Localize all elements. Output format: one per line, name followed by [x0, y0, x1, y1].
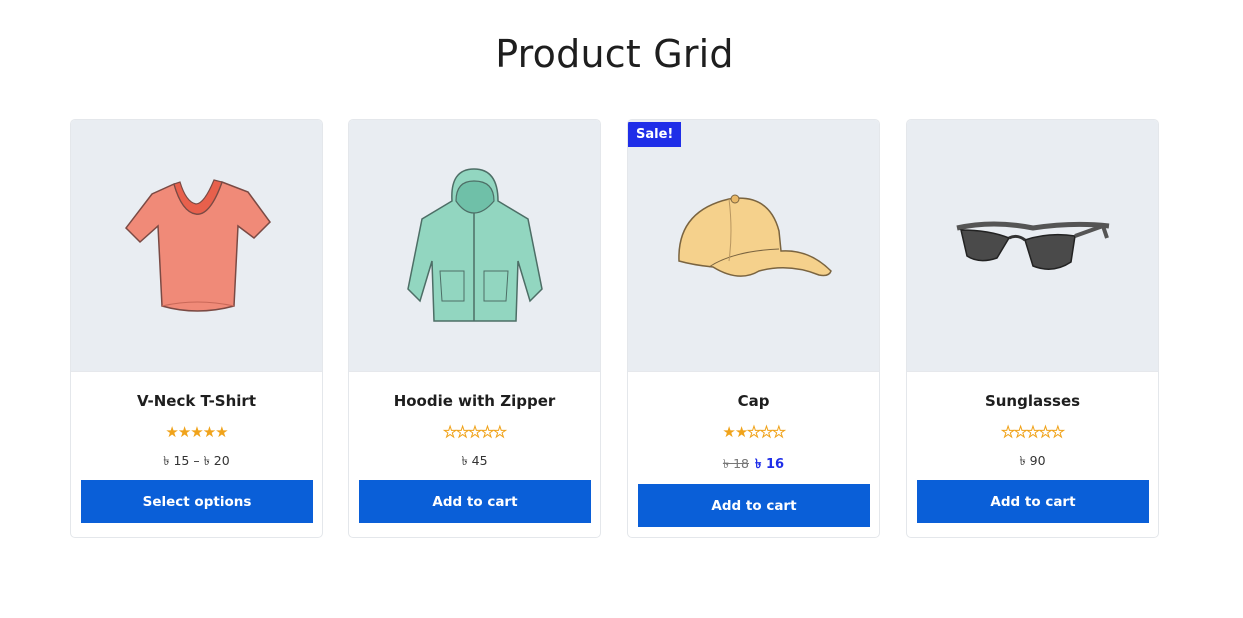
product-price: ৳ 15 – ৳ 20 — [163, 453, 230, 468]
rating-stars: ★★★★★ — [71, 424, 322, 440]
product-card: Hoodie with Zipper ★★★★★ ৳ 45 Add to car… — [348, 119, 601, 538]
star-empty-icon: ★ — [1013, 423, 1028, 441]
product-card: Sale! Cap ★★★★★ ৳ 18 ৳ 16 Add to cart — [627, 119, 880, 538]
star-empty-icon: ★ — [759, 423, 774, 441]
product-name[interactable]: Sunglasses — [907, 392, 1158, 410]
product-grid: V-Neck T-Shirt ★★★★★ ৳ 15 – ৳ 20 Select … — [70, 119, 1160, 539]
star-empty-icon: ★ — [772, 423, 787, 441]
product-image[interactable] — [349, 120, 600, 372]
star-full-icon: ★ — [734, 423, 748, 441]
rating-stars: ★★★★★ — [349, 423, 600, 441]
star-full-icon: ★ — [722, 423, 735, 441]
star-full-icon: ★ — [177, 423, 191, 441]
product-price: ৳ 18 ৳ 16 — [628, 455, 879, 476]
cap-icon — [677, 194, 832, 277]
tshirt-icon — [124, 178, 271, 312]
old-price: ৳ 18 — [722, 456, 749, 471]
select-options-button[interactable]: Select options — [81, 480, 313, 523]
add-to-cart-button[interactable]: Add to cart — [638, 484, 870, 527]
star-empty-icon: ★ — [1051, 423, 1066, 441]
product-name[interactable]: Cap — [628, 392, 879, 410]
product-image[interactable] — [628, 120, 879, 372]
sale-price: ৳ 16 — [755, 457, 785, 472]
star-empty-icon: ★ — [455, 423, 470, 441]
star-full-icon: ★ — [165, 423, 178, 441]
star-empty-icon: ★ — [747, 423, 762, 441]
hoodie-icon — [406, 167, 543, 322]
product-name[interactable]: Hoodie with Zipper — [349, 392, 600, 410]
star-full-icon: ★ — [190, 423, 203, 441]
star-empty-icon: ★ — [468, 423, 483, 441]
star-empty-icon: ★ — [443, 423, 458, 441]
star-empty-icon: ★ — [1026, 423, 1041, 441]
rating-stars: ★★★★★ — [628, 423, 879, 441]
star-empty-icon: ★ — [480, 423, 495, 441]
product-card: V-Neck T-Shirt ★★★★★ ৳ 15 – ৳ 20 Select … — [70, 119, 323, 538]
product-name[interactable]: V-Neck T-Shirt — [71, 392, 322, 410]
add-to-cart-button[interactable]: Add to cart — [359, 480, 591, 523]
star-full-icon: ★ — [202, 423, 216, 441]
add-to-cart-button[interactable]: Add to cart — [917, 480, 1149, 523]
sunglasses-icon — [955, 221, 1109, 270]
page-title: Product Grid — [495, 32, 734, 76]
product-image[interactable] — [71, 120, 322, 372]
star-empty-icon: ★ — [1038, 423, 1053, 441]
rating-stars: ★★★★★ — [907, 423, 1158, 441]
product-image[interactable] — [907, 120, 1158, 372]
star-empty-icon: ★ — [493, 423, 508, 441]
product-card: Sunglasses ★★★★★ ৳ 90 Add to cart — [906, 119, 1159, 538]
product-price: ৳ 45 — [461, 453, 488, 468]
star-full-icon: ★ — [215, 423, 228, 441]
product-price: ৳ 90 — [1019, 453, 1046, 468]
star-empty-icon: ★ — [1001, 423, 1016, 441]
sale-badge: Sale! — [628, 122, 682, 147]
